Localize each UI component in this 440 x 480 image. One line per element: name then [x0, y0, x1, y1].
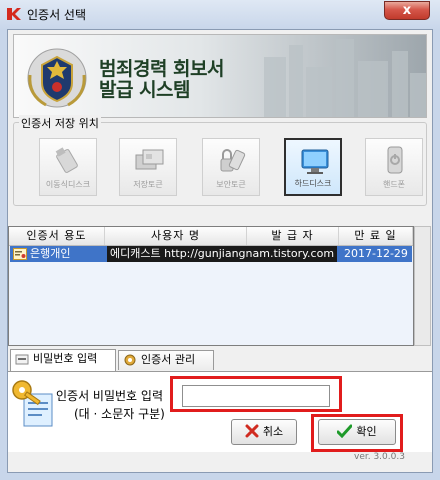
- banner-title-line2: 발급 시스템: [99, 79, 191, 101]
- device-hard-disk[interactable]: 하드디스크: [284, 138, 342, 196]
- certificate-icon: [13, 248, 27, 260]
- dialog-body: 범죄경력 회보서 발급 시스템 인증서 저장 위치 이동식디스크 저장토큰 보안…: [7, 29, 433, 473]
- certificate-list[interactable]: 인증서 용도 사용자 명 발 급 자 만 료 일 은행개인 2017-12-29…: [8, 226, 414, 346]
- tab-label: 인증서 관리: [141, 353, 196, 366]
- column-user-name[interactable]: 사용자 명: [105, 227, 247, 245]
- device-phone[interactable]: 핸드폰: [365, 138, 423, 196]
- device-label: 하드디스크: [294, 179, 332, 188]
- device-security-token[interactable]: 보안토큰: [202, 138, 260, 196]
- security-token-icon: [220, 149, 246, 172]
- close-button[interactable]: x: [384, 1, 430, 20]
- app-logo-icon: [7, 8, 21, 20]
- key-document-icon: [12, 380, 53, 427]
- banner-title-line1: 범죄경력 회보서: [99, 58, 224, 80]
- cancel-button[interactable]: 취소: [231, 419, 297, 445]
- cert-manage-tab-icon: [124, 354, 136, 366]
- storage-location-label: 인증서 저장 위치: [19, 115, 101, 131]
- usb-drive-icon: [55, 147, 78, 173]
- password-case-note: (대 · 소문자 구분): [74, 407, 165, 421]
- ok-button[interactable]: 확인: [318, 419, 396, 445]
- column-expiry[interactable]: 만 료 일: [339, 227, 413, 245]
- tab-bar: 비밀번호 입력 인증서 관리: [8, 349, 434, 372]
- device-label: 보안토큰: [216, 180, 246, 189]
- device-removable-disk[interactable]: 이동식디스크: [39, 138, 97, 196]
- cell-expiry: 2017-12-29: [344, 247, 408, 260]
- title-bar[interactable]: 인증서 선택 x: [0, 0, 440, 28]
- device-label: 저장토큰: [133, 180, 163, 189]
- banner-title: 범죄경력 회보서 발급 시스템: [99, 59, 224, 101]
- storage-location-group: 인증서 저장 위치 이동식디스크 저장토큰 보안토큰 하드디스크 핸드폰: [13, 115, 427, 206]
- certificate-list-header: 인증서 용도 사용자 명 발 급 자 만 료 일: [9, 227, 413, 246]
- phone-icon: [387, 146, 403, 174]
- check-icon: [336, 424, 353, 439]
- password-input[interactable]: [182, 385, 330, 407]
- column-issuer[interactable]: 발 급 자: [247, 227, 339, 245]
- column-usage[interactable]: 인증서 용도: [9, 227, 105, 245]
- version-label: ver. 3.0.0.3: [354, 452, 405, 462]
- cancel-button-label: 취소: [262, 425, 284, 438]
- password-tab-icon: [15, 354, 29, 365]
- cell-usage: 은행개인: [30, 247, 71, 260]
- certificate-list-scrollbar[interactable]: [414, 226, 431, 346]
- tab-cert-management[interactable]: 인증서 관리: [118, 350, 214, 370]
- password-panel: 인증서 비밀번호 입력 (대 · 소문자 구분) 취소 확인: [8, 371, 432, 452]
- device-storage-token[interactable]: 저장토큰: [119, 138, 177, 196]
- monitor-icon: [301, 149, 329, 174]
- window-title: 인증서 선택: [27, 8, 87, 22]
- password-label: 인증서 비밀번호 입력: [56, 389, 163, 403]
- tab-label: 비밀번호 입력: [33, 352, 98, 365]
- device-label: 핸드폰: [382, 180, 406, 189]
- banner: 범죄경력 회보서 발급 시스템: [13, 34, 427, 118]
- token-card-icon: [135, 149, 164, 170]
- police-emblem-icon: [27, 48, 87, 108]
- cancel-x-icon: [245, 424, 259, 438]
- tab-password-input[interactable]: 비밀번호 입력: [10, 349, 116, 371]
- cert-select-window: 인증서 선택 x 범죄경력 회보서 발급 시스템 인증서 저장 위치 이동식디스…: [0, 0, 440, 480]
- watermark-overlay: 에디캐스트 http://gunjiangnam.tistory.com: [107, 246, 338, 262]
- device-label: 이동식디스크: [45, 180, 91, 189]
- ok-button-label: 확인: [356, 425, 377, 438]
